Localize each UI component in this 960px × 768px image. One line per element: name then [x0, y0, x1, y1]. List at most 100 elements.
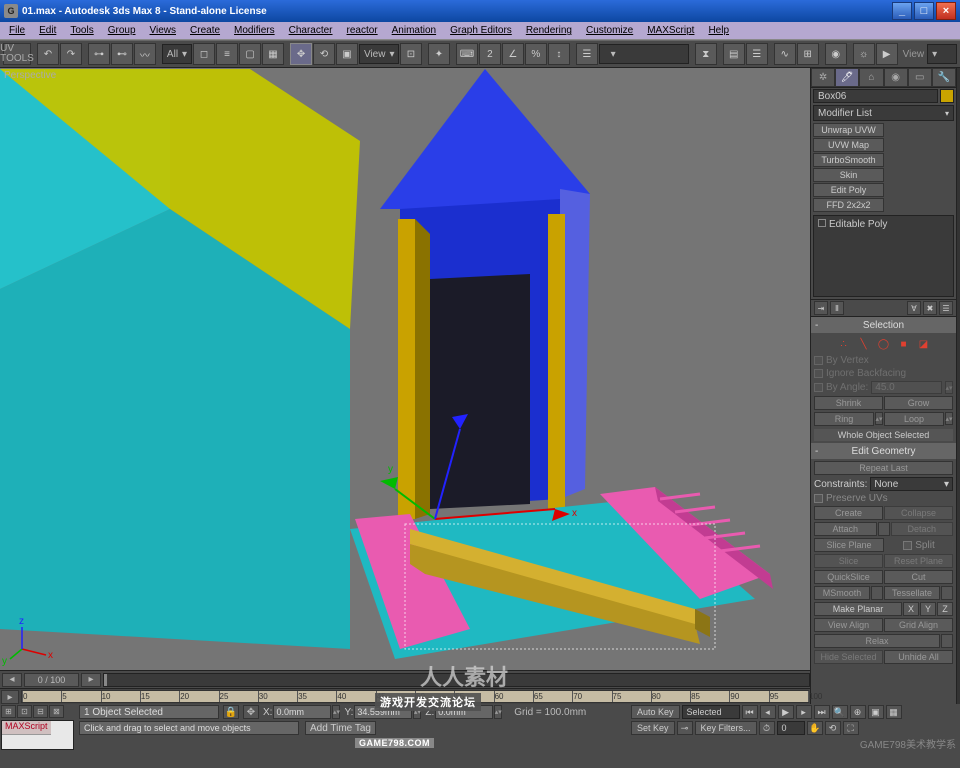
relax-button[interactable]: Relax — [814, 634, 940, 648]
select-button[interactable]: ◻ — [193, 43, 215, 65]
tab-create[interactable]: ✲ — [811, 68, 835, 87]
undo-button[interactable]: ↶ — [37, 43, 59, 65]
modifier-turbosmooth-button[interactable]: TurboSmooth — [813, 153, 884, 167]
grid-align-button[interactable]: Grid Align — [884, 618, 953, 632]
arc-rotate-button[interactable]: ⟲ — [825, 721, 841, 735]
select-rotate-button[interactable]: ⟲ — [313, 43, 335, 65]
attach-list-button[interactable] — [878, 522, 890, 536]
menu-modifiers[interactable]: Modifiers — [229, 24, 280, 37]
modifier-stack[interactable]: Editable Poly — [813, 215, 954, 297]
keyboard-shortcut-override-button[interactable]: ⌨ — [456, 43, 478, 65]
pin-stack-button[interactable]: ⇥ — [814, 301, 828, 315]
align-button[interactable]: ▤ — [723, 43, 745, 65]
key-mode-dropdown[interactable]: Selected — [682, 705, 740, 719]
menu-group[interactable]: Group — [103, 24, 141, 37]
status-set-2-button[interactable]: ⊡ — [17, 705, 32, 718]
window-crossing-button[interactable]: ▦ — [262, 43, 284, 65]
repeat-last-button[interactable]: Repeat Last — [814, 461, 953, 475]
menu-views[interactable]: Views — [145, 24, 182, 37]
status-set-1-button[interactable]: ⊞ — [1, 705, 16, 718]
quick-render-button[interactable]: ▶ — [876, 43, 898, 65]
menu-customize[interactable]: Customize — [581, 24, 638, 37]
menu-edit[interactable]: Edit — [34, 24, 61, 37]
schematic-view-button[interactable]: ⊞ — [797, 43, 819, 65]
snap-percent-button[interactable]: % — [525, 43, 547, 65]
menu-help[interactable]: Help — [703, 24, 734, 37]
show-end-result-button[interactable]: Ⅱ — [830, 301, 844, 315]
rollout-edit-geometry-header[interactable]: -Edit Geometry — [811, 444, 956, 459]
reset-plane-button[interactable]: Reset Plane — [884, 554, 953, 568]
object-name-field[interactable]: Box06 — [813, 89, 938, 103]
select-scale-button[interactable]: ▣ — [336, 43, 358, 65]
time-slider[interactable]: ◂ 0 / 100 ▸ — [0, 670, 810, 688]
time-config-button[interactable]: ⏱ — [759, 721, 775, 735]
rollout-selection-header[interactable]: -Selection — [811, 318, 956, 333]
by-angle-value[interactable]: 45.0 — [871, 381, 942, 394]
goto-end-button[interactable]: ⏭ — [814, 705, 830, 719]
modifier-unwrap-uvw-button[interactable]: Unwrap UVW — [813, 123, 884, 137]
menu-animation[interactable]: Animation — [387, 24, 441, 37]
make-planar-z-button[interactable]: Z — [937, 602, 953, 616]
snap-2d-button[interactable]: 2 — [479, 43, 501, 65]
make-planar-y-button[interactable]: Y — [920, 602, 936, 616]
menu-reactor[interactable]: reactor — [342, 24, 383, 37]
menu-create[interactable]: Create — [185, 24, 225, 37]
ignore-backfacing-checkbox[interactable]: Ignore Backfacing — [814, 368, 953, 379]
current-frame-field[interactable]: 0 — [777, 721, 805, 735]
element-level-icon[interactable]: ◪ — [917, 337, 931, 351]
select-move-button[interactable]: ✥ — [290, 43, 312, 65]
named-selection-dropdown[interactable]: ▾ — [599, 44, 689, 64]
tab-display[interactable]: ▭ — [908, 68, 932, 87]
layers-button[interactable]: ☰ — [746, 43, 768, 65]
relax-settings-button[interactable] — [941, 634, 953, 648]
menu-rendering[interactable]: Rendering — [521, 24, 577, 37]
edge-level-icon[interactable]: ╲ — [857, 337, 871, 351]
configure-modifier-sets-button[interactable]: ☰ — [939, 301, 953, 315]
maximize-viewport-button[interactable]: ⛶ — [843, 721, 859, 735]
pan-button[interactable]: ✋ — [807, 721, 823, 735]
modifier-uvw-map-button[interactable]: UVW Map — [813, 138, 884, 152]
add-time-tag-button[interactable]: Add Time Tag — [305, 721, 376, 735]
menu-file[interactable]: File — [4, 24, 30, 37]
tab-utilities[interactable]: 🔧 — [932, 68, 956, 87]
slice-button[interactable]: Slice — [814, 554, 883, 568]
by-vertex-checkbox[interactable]: By Vertex — [814, 355, 953, 366]
remove-modifier-button[interactable]: ✖ — [923, 301, 937, 315]
status-set-3-button[interactable]: ⊟ — [33, 705, 48, 718]
unlink-button[interactable]: ⊷ — [111, 43, 133, 65]
named-selection-button[interactable]: ☰ — [576, 43, 598, 65]
quickslice-button[interactable]: QuickSlice — [814, 570, 883, 584]
window-maximize-button[interactable]: □ — [914, 2, 934, 20]
menu-maxscript[interactable]: MAXScript — [642, 24, 699, 37]
timeslider-track[interactable] — [103, 673, 810, 687]
create-button[interactable]: Create — [814, 506, 883, 520]
make-unique-button[interactable]: ∀ — [907, 301, 921, 315]
timeslider-position[interactable]: 0 / 100 — [24, 673, 79, 687]
cut-button[interactable]: Cut — [884, 570, 953, 584]
auto-key-button[interactable]: Auto Key — [631, 705, 680, 719]
tessellate-button[interactable]: Tessellate — [884, 586, 940, 600]
detach-button[interactable]: Detach — [891, 522, 954, 536]
next-frame-button[interactable]: ▸ — [796, 705, 812, 719]
border-level-icon[interactable]: ◯ — [877, 337, 891, 351]
render-scene-button[interactable]: ☼ — [853, 43, 875, 65]
preserve-uvs-checkbox[interactable]: Preserve UVs — [814, 493, 953, 504]
uv-tools-button[interactable]: UV TOOLS — [3, 43, 31, 65]
view-align-button[interactable]: View Align — [814, 618, 883, 632]
manipulate-button[interactable]: ✦ — [428, 43, 450, 65]
modifier-ffd-button[interactable]: FFD 2x2x2 — [813, 198, 884, 212]
hide-selected-button[interactable]: Hide Selected — [814, 650, 883, 664]
key-mode-toggle-button[interactable]: ⊸ — [677, 721, 693, 735]
command-panel-scrollbar[interactable] — [956, 68, 960, 704]
slice-plane-button[interactable]: Slice Plane — [814, 538, 884, 552]
unhide-all-button[interactable]: Unhide All — [884, 650, 953, 664]
object-color-swatch[interactable] — [940, 89, 954, 103]
maxscript-listener[interactable]: MAXScript — [1, 720, 74, 750]
maxscript-tab[interactable]: MAXScript — [2, 721, 51, 735]
msmooth-settings-button[interactable] — [871, 586, 883, 600]
polygon-level-icon[interactable]: ■ — [897, 337, 911, 351]
select-region-button[interactable]: ▢ — [239, 43, 261, 65]
modifier-skin-button[interactable]: Skin — [813, 168, 884, 182]
status-set-4-button[interactable]: ⊠ — [49, 705, 64, 718]
msmooth-button[interactable]: MSmooth — [814, 586, 870, 600]
